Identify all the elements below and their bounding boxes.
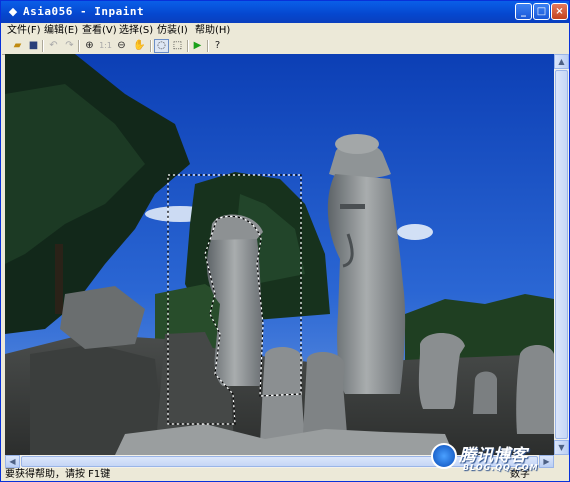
toolbar-separator xyxy=(150,40,152,52)
app-window: ◆ Asia056 - Inpaint _ □ × 文件(F) 编辑(E) 查看… xyxy=(0,0,570,482)
menu-view[interactable]: 查看(V) xyxy=(82,23,117,38)
photo-statues xyxy=(5,54,554,455)
toolbar: ▰ ■ ↶ ↷ ⊕ 1:1 ⊖ ✋ ◌ ⬚ ▶ ? xyxy=(2,38,568,55)
watermark: 腾讯博客 BLOG.QQ.COM xyxy=(431,441,556,479)
save-icon[interactable]: ■ xyxy=(26,39,41,53)
title-bar[interactable]: ◆ Asia056 - Inpaint _ □ × xyxy=(1,1,569,23)
menu-clone[interactable]: 仿装(I) xyxy=(157,23,188,38)
menu-file[interactable]: 文件(F) xyxy=(7,23,41,38)
vertical-scroll-thumb[interactable] xyxy=(555,70,568,439)
lasso-icon[interactable]: ◌ xyxy=(154,39,169,53)
window-title: Asia056 - Inpaint xyxy=(23,5,145,18)
maximize-button[interactable]: □ xyxy=(533,3,550,20)
qq-blog-logo-icon xyxy=(431,443,457,469)
vertical-scrollbar[interactable]: ▲ ▼ xyxy=(554,54,569,455)
redo-icon[interactable]: ↷ xyxy=(62,39,77,53)
status-text: 要获得帮助，请按 F1键 xyxy=(5,469,111,480)
open-icon[interactable]: ▰ xyxy=(10,39,25,53)
pan-hand-icon[interactable]: ✋ xyxy=(132,39,147,53)
zoom-out-icon[interactable]: ⊖ xyxy=(114,39,129,53)
image-canvas[interactable] xyxy=(5,54,554,455)
help-icon[interactable]: ? xyxy=(210,39,225,53)
menu-edit[interactable]: 编辑(E) xyxy=(44,23,78,38)
menu-select[interactable]: 选择(S) xyxy=(119,23,153,38)
minimize-button[interactable]: _ xyxy=(515,3,532,20)
rect-select-icon[interactable]: ⬚ xyxy=(170,39,185,53)
app-icon: ◆ xyxy=(8,5,18,18)
watermark-url: BLOG.QQ.COM xyxy=(463,463,539,472)
menu-help[interactable]: 帮助(H) xyxy=(195,23,230,38)
toolbar-separator xyxy=(187,40,189,52)
scroll-left-icon[interactable]: ◀ xyxy=(5,455,20,468)
toolbar-separator xyxy=(207,40,209,52)
actual-size-icon[interactable]: 1:1 xyxy=(98,39,113,53)
toolbar-separator xyxy=(78,40,80,52)
undo-icon[interactable]: ↶ xyxy=(46,39,61,53)
zoom-in-icon[interactable]: ⊕ xyxy=(82,39,97,53)
scroll-down-icon[interactable]: ▼ xyxy=(554,440,569,455)
run-icon[interactable]: ▶ xyxy=(190,39,205,53)
menu-bar: 文件(F) 编辑(E) 查看(V) 选择(S) 仿装(I) 帮助(H) xyxy=(2,23,568,38)
toolbar-separator xyxy=(42,40,44,52)
close-button[interactable]: × xyxy=(551,3,568,20)
scroll-up-icon[interactable]: ▲ xyxy=(554,54,569,69)
